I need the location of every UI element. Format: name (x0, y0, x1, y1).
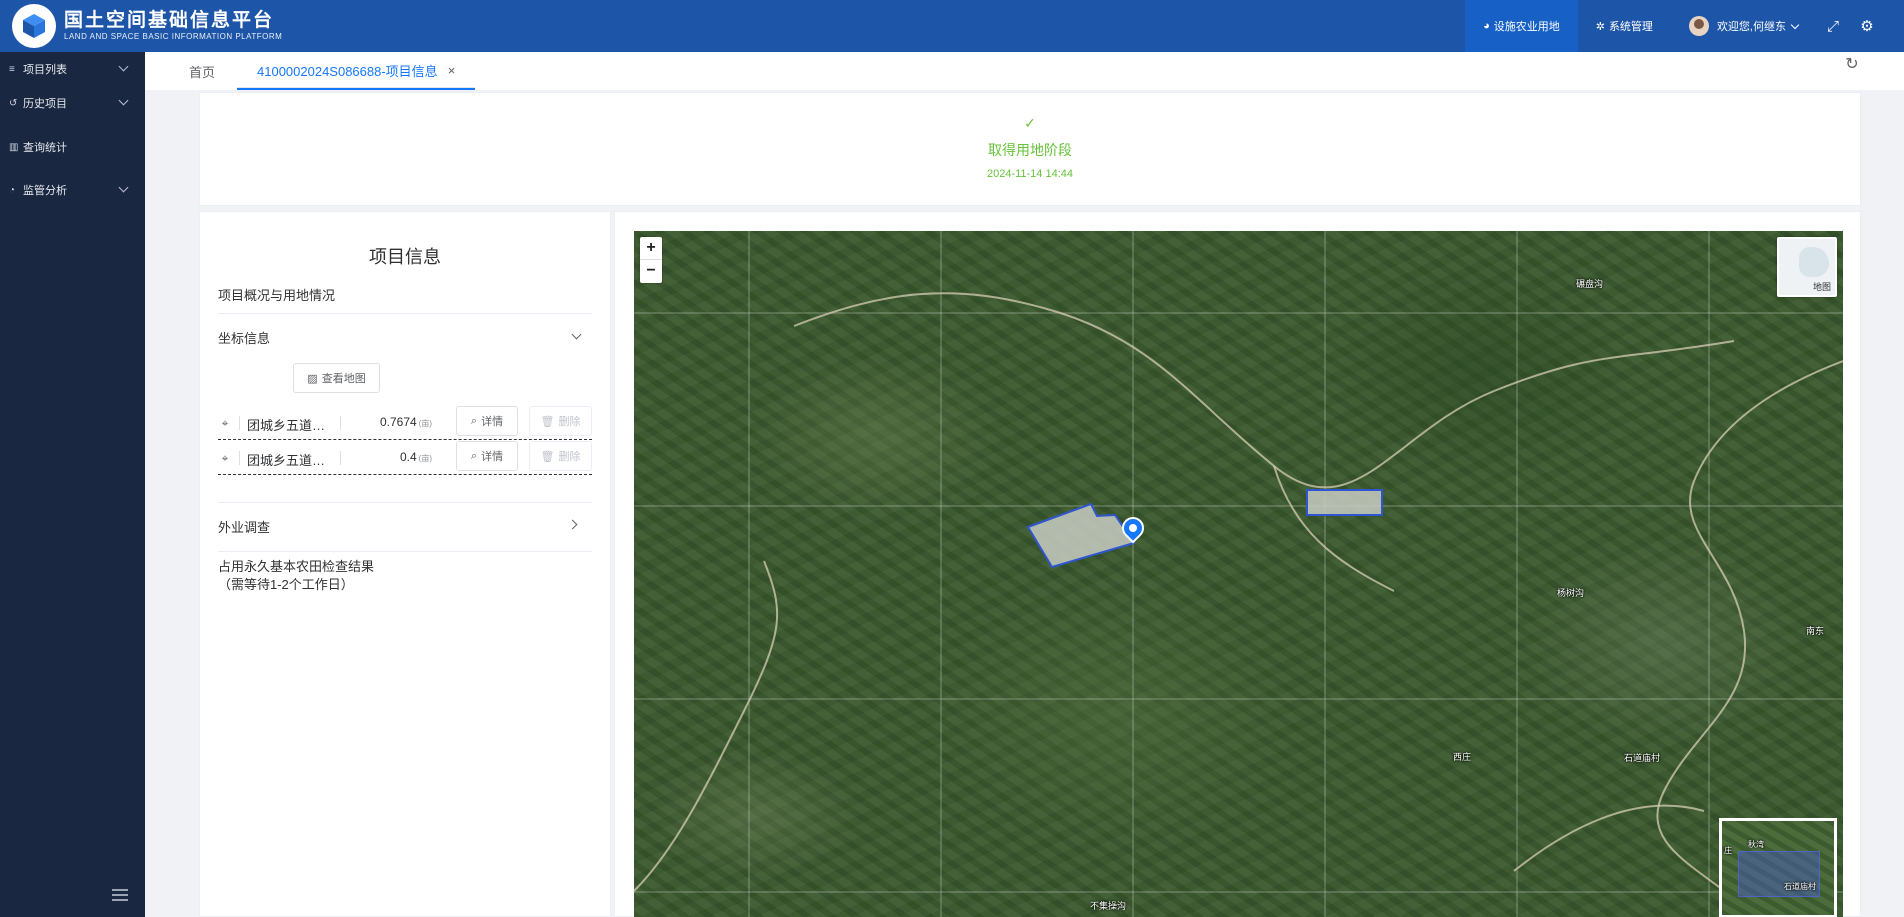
menu-collapse-icon[interactable] (112, 889, 128, 903)
chevron-down-icon (118, 61, 129, 72)
map-place-label: 石道庙村 (1624, 753, 1661, 763)
sidebar-item-project-list[interactable]: ≡ 项目列表 (0, 54, 145, 84)
avatar (1688, 16, 1709, 36)
land-parcel-1[interactable] (1026, 502, 1136, 569)
top-header: 国土空间基础信息平台 LAND AND SPACE BASIC INFORMAT… (0, 0, 1904, 52)
list-item: ⌖ 团城乡五道庙村 0.7674 (亩) ⌕ 详情 🗑 删除 (218, 406, 592, 440)
list-icon: ≡ (9, 63, 15, 75)
logo[interactable]: 国土空间基础信息平台 LAND AND SPACE BASIC INFORMAT… (0, 0, 300, 52)
map-overlay (634, 231, 1843, 917)
trash-icon: 🗑 (540, 450, 555, 463)
overview-label: 秋湾 (1748, 840, 1764, 849)
button-label: 详情 (481, 416, 504, 428)
button-label: 删除 (558, 451, 581, 463)
satellite-map[interactable]: 碾盘沟 杨树沟 西庄 石道庙村 不集操沟 南东 + − 地图 秋湾 石道庙村 庄 (634, 231, 1843, 917)
view-map-button[interactable]: ▨ 查看地图 (293, 363, 380, 393)
chevron-right-icon[interactable] (567, 519, 578, 530)
detail-button[interactable]: ⌕ 详情 (456, 441, 518, 471)
gears-icon[interactable]: ⚙ (1850, 0, 1884, 52)
close-icon[interactable]: × (448, 63, 456, 78)
sidebar-item-query-statistics[interactable]: ▥ 查询统计 (0, 132, 145, 162)
chevron-down-icon (1790, 20, 1800, 29)
chevron-down-icon (118, 182, 129, 193)
chevron-down-icon (118, 95, 129, 106)
location-pin-icon: ⌖ (221, 416, 229, 430)
map-place-label: 南东 (1806, 626, 1825, 636)
stage-title: 取得用地阶段 (988, 142, 1072, 158)
layer-switch-label: 地图 (1812, 282, 1831, 292)
nav-system-management[interactable]: ✲ 系统管理 (1578, 0, 1671, 52)
delete-button[interactable]: 🗑 删除 (529, 441, 592, 471)
list-item: ⌖ 团城乡五道庙村 0.4 (亩) ⌕ 详情 🗑 删除 (218, 441, 592, 475)
trash-icon: 🗑 (540, 415, 555, 428)
user-menu[interactable]: 欢迎您,何继东 (1671, 0, 1816, 52)
tab-label: 4100002024S086688-项目信息 (257, 63, 438, 79)
tab-home[interactable]: 首页 (189, 52, 215, 90)
globe-icon: ◕ (1483, 20, 1490, 32)
search-icon: ⌕ (470, 449, 478, 462)
map-panel: 碾盘沟 杨树沟 西庄 石道庙村 不集操沟 南东 + − 地图 秋湾 石道庙村 庄 (614, 211, 1861, 917)
tab-label: 首页 (189, 64, 216, 80)
layer-switch-button[interactable]: 地图 (1777, 237, 1837, 297)
sidebar-item-supervision-analysis[interactable]: ◔ 监管分析 (0, 175, 145, 205)
button-label: 详情 (481, 451, 504, 463)
overview-map[interactable]: 秋湾 石道庙村 庄 (1719, 818, 1837, 917)
settings-icon: ✲ (1595, 20, 1605, 33)
tab-project-info[interactable]: 4100002024S086688-项目信息 × (237, 52, 476, 90)
stage-status-card: ✓ 取得用地阶段 2024-11-14 14:44 (199, 92, 1861, 206)
coord-area: 0.4 (亩) (399, 450, 432, 464)
tab-bar: 首页 4100002024S086688-项目信息 × (145, 52, 1904, 90)
button-label: 查看地图 (321, 373, 366, 385)
divider (218, 502, 592, 503)
image-icon: ▨ (307, 372, 318, 385)
chevron-down-icon[interactable] (571, 329, 582, 340)
divider (218, 551, 592, 552)
overview-section-label[interactable]: 项目概况与用地情况 (218, 285, 335, 304)
nav-label: 设施农业用地 (1493, 21, 1560, 33)
stage-time: 2024-11-14 14:44 (986, 168, 1074, 180)
pie-chart-icon: ◔ (9, 184, 16, 196)
sidebar-item-label: 历史项目 (23, 98, 67, 110)
coord-section-header[interactable]: 坐标信息 (218, 328, 270, 347)
land-parcel-2[interactable] (1306, 489, 1383, 516)
panel-title: 项目信息 (369, 247, 441, 267)
refresh-icon[interactable]: ↻ (1843, 56, 1861, 74)
map-place-label: 碾盘沟 (1576, 279, 1604, 289)
map-place-label: 杨树沟 (1557, 588, 1585, 598)
map-place-label: 不集操沟 (1090, 901, 1127, 911)
detail-button[interactable]: ⌕ 详情 (456, 406, 518, 436)
nav-label: 系统管理 (1608, 21, 1653, 33)
coord-area: 0.7674 (亩) (379, 415, 432, 429)
farmland-check-result: 占用永久基本农田检查结果 （需等待1-2个工作日） (218, 559, 375, 592)
sidebar-item-history-projects[interactable]: ↺ 历史项目 (0, 88, 145, 118)
zoom-control: + − (640, 237, 662, 283)
sidebar-item-label: 查询统计 (23, 142, 67, 154)
search-icon: ⌕ (470, 414, 478, 427)
button-label: 删除 (558, 416, 581, 428)
project-info-panel: 项目信息 项目概况与用地情况 坐标信息 ▨ 查看地图 ⌖ 团城乡五道庙村 0.7… (199, 211, 611, 917)
user-greeting: 欢迎您,何继东 (1716, 21, 1786, 33)
sidebar-item-label: 监管分析 (23, 185, 67, 197)
fullscreen-icon[interactable]: ⤢ (1816, 0, 1850, 52)
bar-chart-icon: ▥ (9, 141, 19, 153)
logo-subtitle: LAND AND SPACE BASIC INFORMATION PLATFOR… (64, 32, 283, 41)
cube-logo-icon (12, 4, 56, 48)
divider (218, 313, 592, 314)
field-survey-header[interactable]: 外业调查 (218, 517, 270, 536)
check-icon: ✓ (1024, 115, 1036, 131)
zoom-in-button[interactable]: + (640, 237, 662, 259)
coord-name: 团城乡五道庙村 (247, 453, 331, 468)
overview-label: 石道庙村 (1784, 882, 1816, 891)
zoom-out-button[interactable]: − (640, 259, 662, 281)
map-place-label: 西庄 (1453, 752, 1472, 762)
sidebar-item-label: 项目列表 (23, 64, 67, 76)
sidebar: ≡ 项目列表 ↺ 历史项目 ▥ 查询统计 ◔ 监管分析 (0, 52, 145, 917)
delete-button[interactable]: 🗑 删除 (529, 406, 592, 436)
coord-name: 团城乡五道庙村 (247, 418, 331, 433)
logo-title: 国土空间基础信息平台 (64, 10, 275, 31)
history-icon: ↺ (9, 97, 18, 109)
overview-label: 庄 (1724, 846, 1732, 855)
nav-facility-agri-land[interactable]: ◕ 设施农业用地 (1465, 0, 1578, 52)
location-pin-icon: ⌖ (221, 451, 229, 465)
